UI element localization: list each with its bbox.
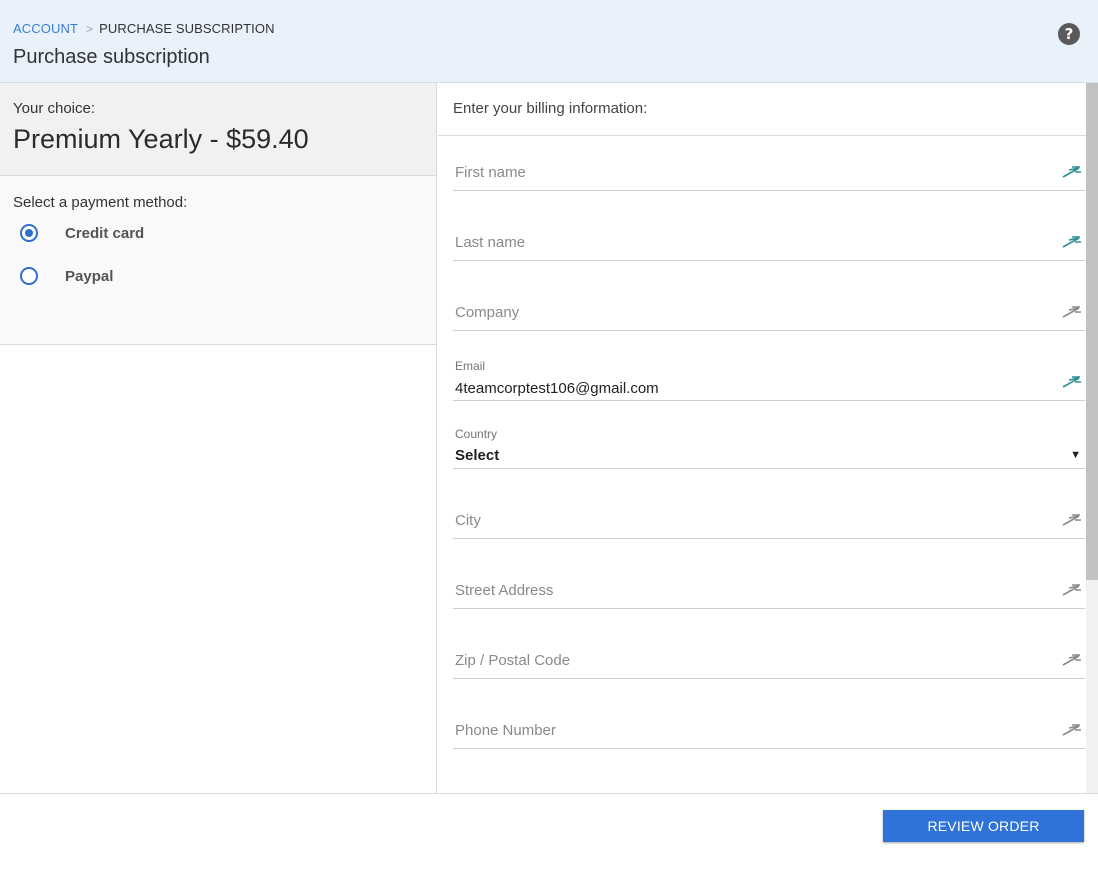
billing-panel: Enter your billing information: First na… (438, 83, 1098, 793)
email-field[interactable]: Email 4teamcorptest106@gmail.com (453, 351, 1085, 401)
email-value: 4teamcorptest106@gmail.com (455, 380, 659, 397)
scrollbar-thumb[interactable] (1086, 83, 1098, 580)
country-select[interactable]: Country Select ▼ (453, 419, 1085, 469)
country-selected-value: Select (455, 447, 500, 464)
breadcrumb-account-link[interactable]: ACCOUNT (13, 21, 78, 36)
radio-dot (25, 229, 33, 237)
choice-label: Your choice: (13, 100, 96, 117)
plan-price: Premium Yearly - $59.40 (13, 124, 309, 154)
autofill-icon[interactable] (1061, 721, 1083, 737)
first-name-field[interactable]: First name (453, 141, 1085, 191)
review-order-button[interactable]: REVIEW ORDER (883, 810, 1084, 842)
page-footer: REVIEW ORDER (0, 793, 1098, 871)
plan-choice-box: Your choice: Premium Yearly - $59.40 (0, 83, 436, 176)
breadcrumb: ACCOUNT > PURCHASE SUBSCRIPTION (13, 21, 275, 36)
zip-code-placeholder: Zip / Postal Code (455, 652, 571, 669)
first-name-placeholder: First name (455, 164, 526, 181)
page-title: Purchase subscription (13, 46, 210, 68)
autofill-icon[interactable] (1061, 511, 1083, 527)
autofill-icon[interactable] (1061, 233, 1083, 249)
autofill-icon[interactable] (1061, 581, 1083, 597)
last-name-field[interactable]: Last name (453, 211, 1085, 261)
company-placeholder: Company (455, 304, 520, 321)
phone-number-placeholder: Phone Number (455, 722, 556, 739)
breadcrumb-current: PURCHASE SUBSCRIPTION (99, 21, 275, 36)
page-header: ACCOUNT > PURCHASE SUBSCRIPTION Purchase s… (0, 0, 1098, 83)
billing-header: Enter your billing information: (438, 83, 1086, 136)
payment-option-paypal[interactable]: Paypal (0, 261, 436, 291)
city-field[interactable]: City (453, 489, 1085, 539)
radio-selected-icon[interactable] (20, 224, 38, 242)
autofill-icon[interactable] (1061, 373, 1083, 389)
left-panel: Your choice: Premium Yearly - $59.40 Sel… (0, 83, 437, 793)
city-placeholder: City (455, 512, 481, 529)
payment-option-credit-card[interactable]: Credit card (0, 218, 436, 248)
country-label: Country (455, 427, 498, 441)
zip-code-field[interactable]: Zip / Postal Code (453, 629, 1085, 679)
company-field[interactable]: Company (453, 281, 1085, 331)
chevron-down-icon[interactable]: ▼ (1070, 449, 1081, 461)
payment-option-label: Credit card (65, 225, 145, 242)
autofill-icon[interactable] (1061, 163, 1083, 179)
phone-number-field[interactable]: Phone Number (453, 699, 1085, 749)
last-name-placeholder: Last name (455, 234, 526, 251)
street-address-placeholder: Street Address (455, 582, 554, 599)
autofill-icon[interactable] (1061, 651, 1083, 667)
payment-method-box: Select a payment method: Credit card Pay… (0, 176, 436, 345)
billing-label: Enter your billing information: (453, 100, 648, 117)
street-address-field[interactable]: Street Address (453, 559, 1085, 609)
radio-unselected-icon[interactable] (20, 267, 38, 285)
payment-method-label: Select a payment method: (13, 194, 188, 211)
breadcrumb-separator: > (85, 22, 94, 36)
payment-option-label: Paypal (65, 268, 114, 285)
help-icon[interactable]: ? (1058, 23, 1080, 45)
email-label: Email (455, 359, 486, 373)
autofill-icon[interactable] (1061, 303, 1083, 319)
